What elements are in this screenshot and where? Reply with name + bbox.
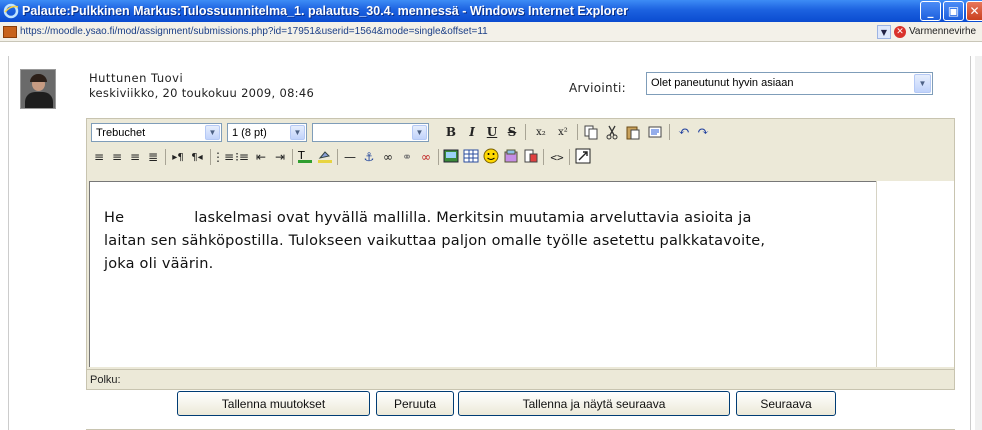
special-chars-icon[interactable] [503,148,519,164]
paste-icon[interactable] [625,124,641,140]
align-left-icon[interactable]: ≡ [91,148,107,166]
cut-icon[interactable] [604,124,620,140]
address-bar: https://moodle.ysao.fi/mod/assignment/su… [0,22,982,42]
save-and-next-button[interactable]: Tallenna ja näytä seuraava [458,391,730,416]
align-justify-icon[interactable]: ≣ [145,148,161,166]
feedback-text: He laskelmasi ovat hyvällä mallilla. Merk… [104,207,864,276]
feedback-line-2: laitan sen sähköpostilla. Tulokseen vaik… [104,233,766,249]
chevron-down-icon[interactable]: ▼ [412,125,427,140]
submission-date: keskiviikko, 20 toukokuu 2009, 08:46 [89,86,315,100]
avatar [20,69,56,109]
user-name[interactable]: Huttunen Tuovi [89,71,183,85]
outdent-icon[interactable]: ⇤ [253,148,269,166]
editor-content[interactable]: He laskelmasi ovat hyvällä mallilla. Merk… [89,181,876,367]
chevron-down-icon[interactable]: ▼ [205,125,220,140]
indent-icon[interactable]: ⇥ [272,148,288,166]
copy-icon[interactable] [583,124,599,140]
certificate-error-text[interactable]: Varmennevirhe [909,26,976,37]
format-select[interactable]: ▼ [312,123,429,142]
font-size-value: 1 (8 pt) [232,127,267,139]
toolbar-separator [337,149,338,165]
font-family-select[interactable]: Trebuchet ▼ [91,123,222,142]
maximize-button[interactable]: ▣ [943,1,964,21]
toolbar-separator [669,124,670,140]
ltr-icon[interactable]: ▸¶ [170,148,186,166]
toolbar-separator [438,149,439,165]
grade-label: Arviointi: [569,81,626,95]
paste-word-icon[interactable] [647,124,663,140]
path-label: Polku: [90,374,121,386]
toolbar-separator [543,149,544,165]
chevron-down-icon[interactable]: ▼ [914,74,931,93]
background-color-icon[interactable] [317,148,333,164]
nolink-icon[interactable]: ∞ [418,148,434,166]
chevron-down-icon[interactable]: ▼ [290,125,305,140]
window-controls: _ ▣ ✕ [920,1,982,21]
toolbar-separator [569,149,570,165]
subscript-icon[interactable]: x₂ [532,123,550,141]
search-replace-icon[interactable] [523,148,539,164]
minimize-button[interactable]: _ [920,1,941,21]
address-dropdown-button[interactable]: ▼ [877,25,891,39]
insert-image-icon[interactable] [443,148,459,164]
align-center-icon[interactable]: ≡ [109,148,125,166]
anchor-icon[interactable]: ⚓ [361,148,377,166]
title-bar: Palaute:Pulkkinen Markus:Tulossuunnitelm… [0,0,982,22]
underline-button[interactable]: U [485,123,499,141]
save-button[interactable]: Tallenna muutokset [177,391,370,416]
redo-icon[interactable]: ↷ [695,123,711,141]
toolbar-separator [577,124,578,140]
grade-select-value: Olet paneutunut hyvin asiaan [651,77,794,89]
toolbar-separator [292,149,293,165]
fullscreen-icon[interactable] [575,148,591,164]
rtl-icon[interactable]: ¶◂ [189,148,205,166]
cancel-button[interactable]: Peruuta [376,391,454,416]
font-family-value: Trebuchet [96,127,146,139]
feedback-line-1a: He [104,210,125,226]
next-button[interactable]: Seuraava [736,391,836,416]
align-right-icon[interactable]: ≡ [127,148,143,166]
bold-button[interactable]: B [444,123,458,141]
close-button[interactable]: ✕ [966,1,982,21]
unlink-icon[interactable]: ⚭ [399,148,415,166]
text-color-icon[interactable]: T [297,148,313,164]
toolbar-separator [210,149,211,165]
unordered-list-icon[interactable]: ⁝≡ [234,148,250,166]
scrollbar[interactable] [975,56,982,430]
horizontal-rule-icon[interactable]: — [342,148,358,166]
grade-select[interactable]: Olet paneutunut hyvin asiaan ▼ [646,72,933,95]
font-size-select[interactable]: 1 (8 pt) ▼ [227,123,307,142]
feedback-line-1b: laskelmasi ovat hyvällä mallilla. Merkit… [194,210,752,226]
certificate-error-icon[interactable]: ✕ [894,26,906,38]
moodle-favicon-icon [3,25,17,38]
undo-icon[interactable]: ↶ [676,123,692,141]
feedback-line-3: joka oli väärin. [104,256,214,272]
insert-table-icon[interactable] [463,148,479,164]
editor-path-bar: Polku: [87,369,954,389]
link-icon[interactable]: ∞ [380,148,396,166]
window-title: Palaute:Pulkkinen Markus:Tulossuunnitelm… [22,4,629,18]
toolbar-separator [165,149,166,165]
smiley-icon[interactable] [483,148,499,164]
toolbar-separator [525,124,526,140]
editor-margin [876,181,954,367]
address-url[interactable]: https://moodle.ysao.fi/mod/assignment/su… [20,26,488,37]
ordered-list-icon[interactable]: ⋮≡ [212,148,234,166]
italic-button[interactable]: I [465,123,479,141]
strikethrough-button[interactable]: S [505,123,519,141]
html-editor: Trebuchet ▼ 1 (8 pt) ▼ ▼ B I U S x₂ x² ↶… [86,118,955,390]
editor-toolbar-row-1: Trebuchet ▼ 1 (8 pt) ▼ ▼ B I U S x₂ x² ↶… [87,119,954,145]
superscript-icon[interactable]: x² [554,123,572,141]
editor-toolbar-row-2: ≡ ≡ ≡ ≣ ▸¶ ¶◂ ⋮≡ ⁝≡ ⇤ ⇥ T — ⚓ ∞ ⚭ ∞ <> [87,145,954,169]
html-source-icon[interactable]: <> [549,148,565,166]
internet-explorer-icon [3,3,19,19]
